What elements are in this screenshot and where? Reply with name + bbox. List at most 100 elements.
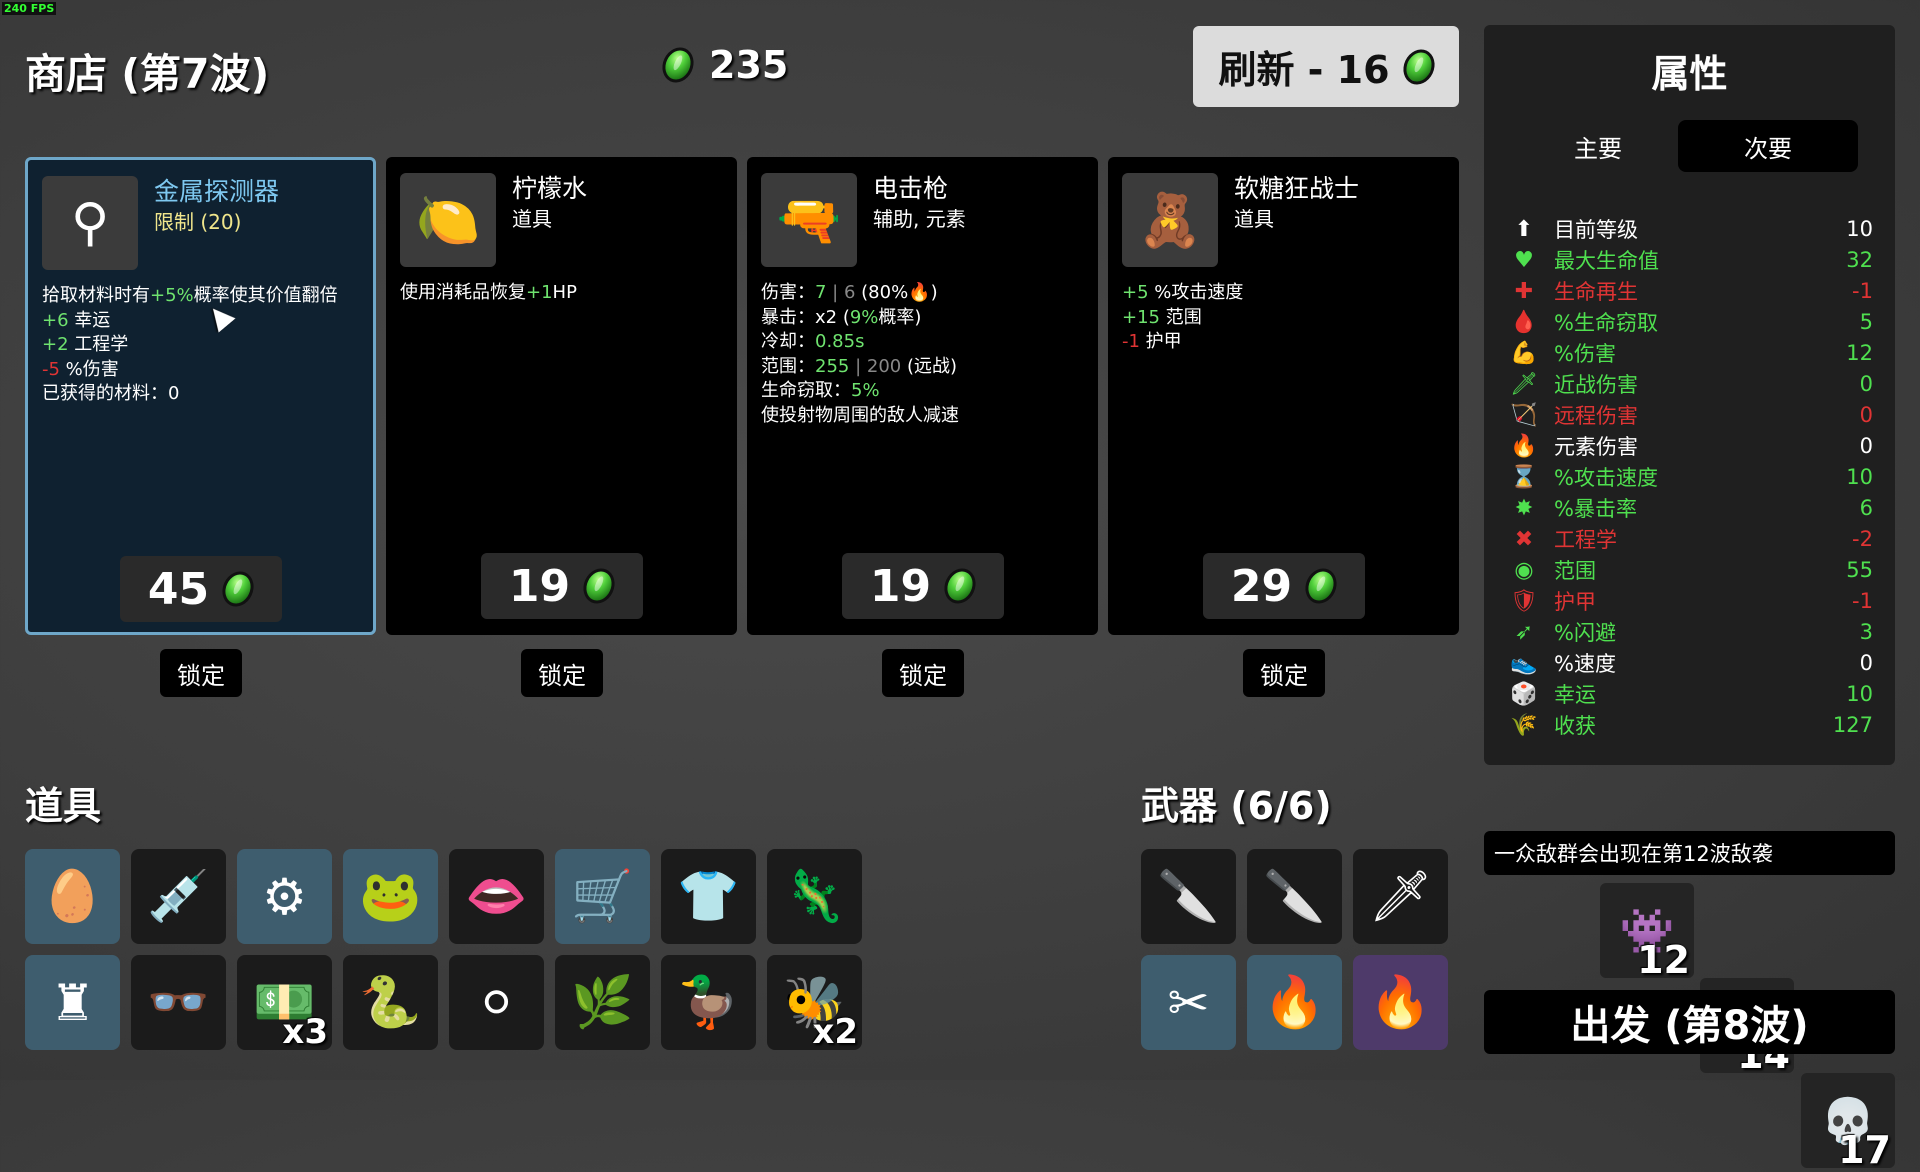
lock-button[interactable]: 锁定	[521, 649, 603, 697]
weapon-icon: 🔪	[1157, 867, 1220, 925]
shop-card[interactable]: 🍋 柠檬水 道具 使用消耗品恢复+1HP 19	[386, 157, 737, 635]
stat-row: 👟 %速度 0	[1508, 648, 1873, 678]
item-icon: ⚲	[42, 176, 138, 270]
stat-icon: ✖	[1514, 526, 1534, 552]
item-slot[interactable]: 🌿	[555, 955, 650, 1050]
stat-icon: 🗡	[1510, 371, 1538, 397]
item-slot[interactable]: 🦎	[767, 849, 862, 944]
weapon-slot[interactable]: ✂	[1141, 955, 1236, 1050]
item-icon: 🛒	[571, 867, 634, 925]
stat-label: 目前等级	[1554, 218, 1638, 242]
weapon-slot[interactable]: 🗡	[1353, 849, 1448, 944]
stat-value: 12	[1846, 341, 1873, 365]
description-text: 生命窃取：	[761, 380, 851, 401]
stats-panel: 属性 主要 次要 ⬆ 目前等级 10 ♥ 最大生命值 32 ✚ 生命再生 -1 🩸 %生命窃取 5 💪%…	[1484, 25, 1895, 765]
stat-value: 10	[1846, 682, 1873, 706]
description-text: 5%	[851, 380, 880, 401]
description-text: +2	[42, 334, 69, 355]
stat-value: 32	[1846, 248, 1873, 272]
description-text: %攻击速度	[1148, 282, 1244, 303]
stat-label: 工程学	[1554, 528, 1617, 552]
weapon-icon: 🔥	[1263, 973, 1326, 1031]
item-slot[interactable]: ⚪	[449, 955, 544, 1050]
start-wave-button[interactable]: 出发 (第8波)	[1484, 990, 1895, 1054]
item-slot[interactable]: 💉	[131, 849, 226, 944]
shop-card[interactable]: 🔫 电击枪 辅助, 元素 伤害：7 | 6 (80%🔥) 暴击：x2 (9%概率) 冷却：…	[747, 157, 1098, 635]
material-coin-icon	[577, 563, 621, 609]
description-line: 伤害：7 | 6 (80%🔥)	[761, 281, 1090, 306]
item-type: 辅助, 元素	[873, 207, 966, 231]
price-value: 19	[508, 560, 571, 612]
refresh-button[interactable]: 刷新 - 16	[1193, 26, 1459, 107]
item-slot[interactable]: 👓	[131, 955, 226, 1050]
price-value: 19	[869, 560, 932, 612]
stat-icon: ➶	[1514, 619, 1534, 645]
stat-value: 0	[1859, 372, 1873, 396]
weapon-slot[interactable]: 🔥	[1353, 955, 1448, 1050]
stat-row: 🗡 近战伤害 0	[1508, 369, 1873, 399]
lock-button[interactable]: 锁定	[882, 649, 964, 697]
shop-card[interactable]: ⚲ 金属探测器 限制 (20) 拾取材料时有+5%概率使其价值翻倍 +6 幸运 +2 工程…	[25, 157, 376, 635]
item-icon: 🍋	[400, 173, 496, 267]
stat-value: 5	[1859, 310, 1873, 334]
stat-label: %攻击速度	[1554, 466, 1658, 490]
lock-button[interactable]: 锁定	[1243, 649, 1325, 697]
description-line: 冷却：0.85s	[761, 330, 1090, 355]
description-line: 拾取材料时有+5%概率使其价值翻倍	[42, 284, 365, 309]
description-line: -5 %伤害	[42, 358, 365, 383]
item-slot[interactable]: ♜	[25, 955, 120, 1050]
item-slot[interactable]: 👕	[661, 849, 756, 944]
refresh-label: 刷新 - 16	[1218, 48, 1390, 92]
stat-row: ◉ 范围 55	[1508, 555, 1873, 585]
lock-button[interactable]: 锁定	[160, 649, 242, 697]
price-tag: 19	[841, 553, 1004, 619]
description-text: 使投射物周围的敌人减速	[761, 404, 959, 426]
tab-secondary[interactable]: 次要	[1678, 120, 1858, 172]
item-description: 拾取材料时有+5%概率使其价值翻倍 +6 幸运 +2 工程学 -5 %伤害 已获得的材料…	[42, 284, 365, 407]
item-icon: 🧸	[1122, 173, 1218, 267]
item-icon: 👄	[465, 867, 528, 925]
item-count: x3	[282, 1012, 328, 1052]
item-icon: 🐍	[359, 973, 422, 1031]
stat-row: ➶ %闪避 3	[1508, 617, 1873, 647]
description-text: 7	[815, 282, 827, 303]
description-line: 使投射物周围的敌人减速	[761, 404, 1090, 429]
shop-title: 商店 (第7波)	[25, 50, 270, 98]
stat-value: 10	[1846, 465, 1873, 489]
item-slot[interactable]: 🦆	[661, 955, 756, 1050]
item-icon: 👕	[677, 867, 740, 925]
stat-icon: ✸	[1514, 495, 1534, 521]
stat-row: ⌛ %攻击速度 10	[1508, 462, 1873, 492]
item-slot[interactable]: ⚙	[237, 849, 332, 944]
stat-value: -1	[1852, 279, 1873, 303]
weapon-slot[interactable]: 🔪	[1247, 849, 1342, 944]
material-coin-icon	[938, 563, 982, 609]
item-count: x2	[812, 1012, 858, 1052]
item-slot[interactable]: 🐝 x2	[767, 955, 862, 1052]
item-slot[interactable]: 👄	[449, 849, 544, 944]
description-line: -1 护甲	[1122, 330, 1451, 355]
stat-label: %生命窃取	[1554, 311, 1658, 335]
description-line: 已获得的材料：0	[42, 382, 365, 407]
weapon-slot[interactable]: 🔥	[1247, 955, 1342, 1050]
tab-primary[interactable]: 主要	[1508, 120, 1688, 172]
weapon-icon: 🔪	[1263, 867, 1326, 925]
weapons-grid: 🔪 🔪 🗡 ✂ 🔥 🔥	[1141, 849, 1448, 1050]
description-text: -5	[42, 358, 60, 380]
shop-card[interactable]: 🧸 软糖狂战士 道具 +5 %攻击速度 +15 范围 -1 护甲 29	[1108, 157, 1459, 635]
stat-value: 10	[1846, 217, 1873, 241]
item-slot[interactable]: 🛒	[555, 849, 650, 944]
item-slot[interactable]: 🐍	[343, 955, 438, 1050]
item-slot[interactable]: 🥚	[25, 849, 120, 944]
item-name: 电击枪	[873, 174, 949, 203]
stat-value: 55	[1846, 558, 1873, 582]
description-text: +15	[1122, 306, 1160, 328]
weapon-slot[interactable]: 🔪	[1141, 849, 1236, 944]
stat-icon: 🔥	[1510, 433, 1538, 459]
description-text: +6	[42, 309, 69, 331]
stat-row: ✚ 生命再生 -1	[1508, 276, 1873, 306]
item-slot[interactable]: 💵 x3	[237, 955, 332, 1052]
item-icon: 🦆	[677, 973, 740, 1031]
item-slot[interactable]: 🐸	[343, 849, 438, 944]
description-text: 9%	[849, 306, 879, 328]
